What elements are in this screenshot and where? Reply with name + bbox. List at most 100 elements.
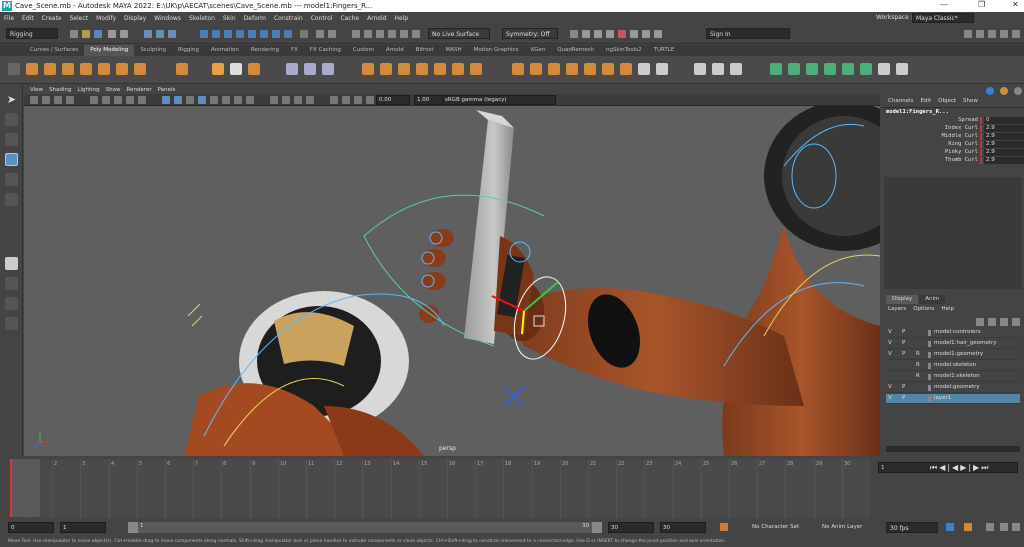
menu-select[interactable]: Select — [70, 15, 89, 22]
lights-icon[interactable] — [210, 96, 218, 104]
playback-end-field[interactable]: 30 — [608, 522, 654, 533]
layer-color-swatch[interactable] — [928, 374, 931, 380]
svg-tool-icon[interactable] — [248, 63, 260, 75]
super-shape-icon[interactable] — [176, 63, 188, 75]
select-object-icon[interactable] — [156, 30, 164, 38]
layer-row[interactable]: V Player1 — [886, 394, 1020, 404]
symmetry-dropdown[interactable]: Symmetry: Off — [502, 28, 558, 39]
render-current-icon[interactable] — [582, 30, 590, 38]
surface-mask-icon[interactable] — [248, 30, 256, 38]
auto-key-icon[interactable] — [964, 523, 972, 531]
menu-help[interactable]: Help — [395, 15, 409, 22]
snap-point-icon[interactable] — [352, 30, 360, 38]
layer-row[interactable]: V Pmodel:geometry — [886, 383, 1020, 393]
channel-value-field[interactable]: 2.9 — [984, 125, 1024, 132]
shelf-tab-quadremesh[interactable]: QuadRemesh — [551, 45, 600, 56]
handle-mask-icon[interactable] — [212, 30, 220, 38]
layer-row[interactable]: Rmodel1:skeleton — [886, 372, 1020, 382]
shelf-tab-xgen[interactable]: XGen — [524, 45, 551, 56]
snap-edge-icon[interactable] — [400, 30, 408, 38]
menu-cache[interactable]: Cache — [340, 15, 359, 22]
planar-uv-icon[interactable] — [788, 63, 800, 75]
arnold-render-icon[interactable] — [642, 30, 650, 38]
layer-color-swatch[interactable] — [928, 396, 931, 402]
xray-icon[interactable] — [282, 96, 290, 104]
channel-value-field[interactable]: 2.9 — [984, 149, 1024, 156]
attribute-editor-tab-icon[interactable] — [1000, 87, 1008, 95]
lasso-tool-icon[interactable] — [5, 113, 18, 126]
channel-box-toggle-icon[interactable] — [1000, 30, 1008, 38]
modeling-toolkit-icon[interactable] — [964, 30, 972, 38]
motion-blur-icon[interactable] — [246, 96, 254, 104]
live-surface-field[interactable]: No Live Surface — [428, 28, 490, 39]
outliner-toggle-icon[interactable] — [1012, 30, 1020, 38]
menu-arnold[interactable]: Arnold — [367, 15, 386, 22]
dynamics-mask-icon[interactable] — [272, 30, 280, 38]
playback-start-field[interactable]: 1 — [60, 522, 106, 533]
menuset-dropdown[interactable]: Rigging — [6, 28, 58, 39]
close-icon[interactable]: ✕ — [1012, 0, 1019, 9]
shelf-tab-mash[interactable]: MASH — [439, 45, 467, 56]
shelf-menu-icon[interactable] — [8, 63, 20, 75]
ipr-render-icon[interactable] — [594, 30, 602, 38]
lock-selection-icon[interactable] — [300, 30, 308, 38]
channelbox-menu-object[interactable]: Object — [938, 98, 956, 104]
sign-in-button[interactable]: Sign In — [706, 28, 790, 39]
shelf-tab-poly-modeling[interactable]: Poly Modeling — [84, 45, 135, 56]
poly-cube-icon[interactable] — [44, 63, 56, 75]
character-set-icon[interactable] — [720, 523, 728, 531]
layer-row[interactable]: V Pmodel:controlers — [886, 328, 1020, 338]
ambient-occlusion-icon[interactable] — [234, 96, 242, 104]
insert-edge-loop-icon[interactable] — [656, 63, 668, 75]
quadrangulate-icon[interactable] — [620, 63, 632, 75]
layer-row[interactable]: Rmodel:skeleton — [886, 361, 1020, 371]
camera-attributes-icon[interactable] — [42, 96, 50, 104]
channel-row[interactable]: Spread 0 — [882, 117, 1024, 125]
shelf-tab-fx[interactable]: FX — [285, 45, 304, 56]
channel-row[interactable]: Middle Curl 2.9 — [882, 133, 1024, 141]
channel-value-field[interactable]: 2.9 — [984, 141, 1024, 148]
viewport-persp[interactable]: persp M — [24, 106, 880, 456]
save-scene-icon[interactable] — [94, 30, 102, 38]
view-transform-dropdown[interactable]: sRGB gamma (legacy) — [442, 95, 556, 105]
layer-playback-toggle[interactable]: P — [902, 384, 905, 390]
playback-controls[interactable]: ⏮◀|◀▶|▶⏭ — [930, 463, 1020, 473]
range-start-handle[interactable] — [128, 522, 138, 533]
shelf-tab-motion-graphics[interactable]: Motion Graphics — [468, 45, 525, 56]
gate-mask-icon[interactable] — [126, 96, 134, 104]
select-component-icon[interactable] — [168, 30, 176, 38]
fill-hole-icon[interactable] — [566, 63, 578, 75]
range-end-handle[interactable] — [592, 522, 602, 533]
sew-uv-icon[interactable] — [896, 63, 908, 75]
channel-value-field[interactable]: 0 — [984, 117, 1024, 124]
type-tool-icon[interactable] — [230, 63, 242, 75]
curve-mask-icon[interactable] — [236, 30, 244, 38]
layer-display-type-toggle[interactable]: R — [916, 373, 920, 379]
isolate-select-icon[interactable] — [270, 96, 278, 104]
menu-constrain[interactable]: Constrain — [274, 15, 303, 22]
panel-menu-show[interactable]: Show — [106, 87, 121, 93]
layer-row[interactable]: V P Rmodel1:geometry — [886, 350, 1020, 360]
joint-mask-icon[interactable] — [224, 30, 232, 38]
menu-modify[interactable]: Modify — [96, 15, 116, 22]
layer-playback-toggle[interactable]: P — [902, 351, 905, 357]
channel-value-field[interactable]: 2.9 — [984, 133, 1024, 140]
layer-playback-toggle[interactable]: P — [902, 329, 905, 335]
hypershade-icon[interactable] — [618, 30, 626, 38]
shelf-tab-curves-surfaces[interactable]: Curves / Surfaces — [24, 45, 84, 56]
poly-sphere-icon[interactable] — [26, 63, 38, 75]
menu-windows[interactable]: Windows — [154, 15, 181, 22]
automatic-uv-icon[interactable] — [842, 63, 854, 75]
layer-menu-help[interactable]: Help — [941, 306, 954, 312]
layer-menu-layers[interactable]: Layers — [888, 306, 906, 312]
layer-menu-options[interactable]: Options — [913, 306, 934, 312]
deform-mask-icon[interactable] — [260, 30, 268, 38]
layer-playback-toggle[interactable]: P — [902, 395, 905, 401]
move-tool-icon[interactable] — [5, 153, 18, 166]
mirror-icon[interactable] — [434, 63, 446, 75]
shelf-tab-animation[interactable]: Animation — [205, 45, 245, 56]
wireframe-icon[interactable] — [162, 96, 170, 104]
layer-color-swatch[interactable] — [928, 341, 931, 347]
new-scene-icon[interactable] — [70, 30, 78, 38]
shelf-tab-custom[interactable]: Custom — [347, 45, 380, 56]
